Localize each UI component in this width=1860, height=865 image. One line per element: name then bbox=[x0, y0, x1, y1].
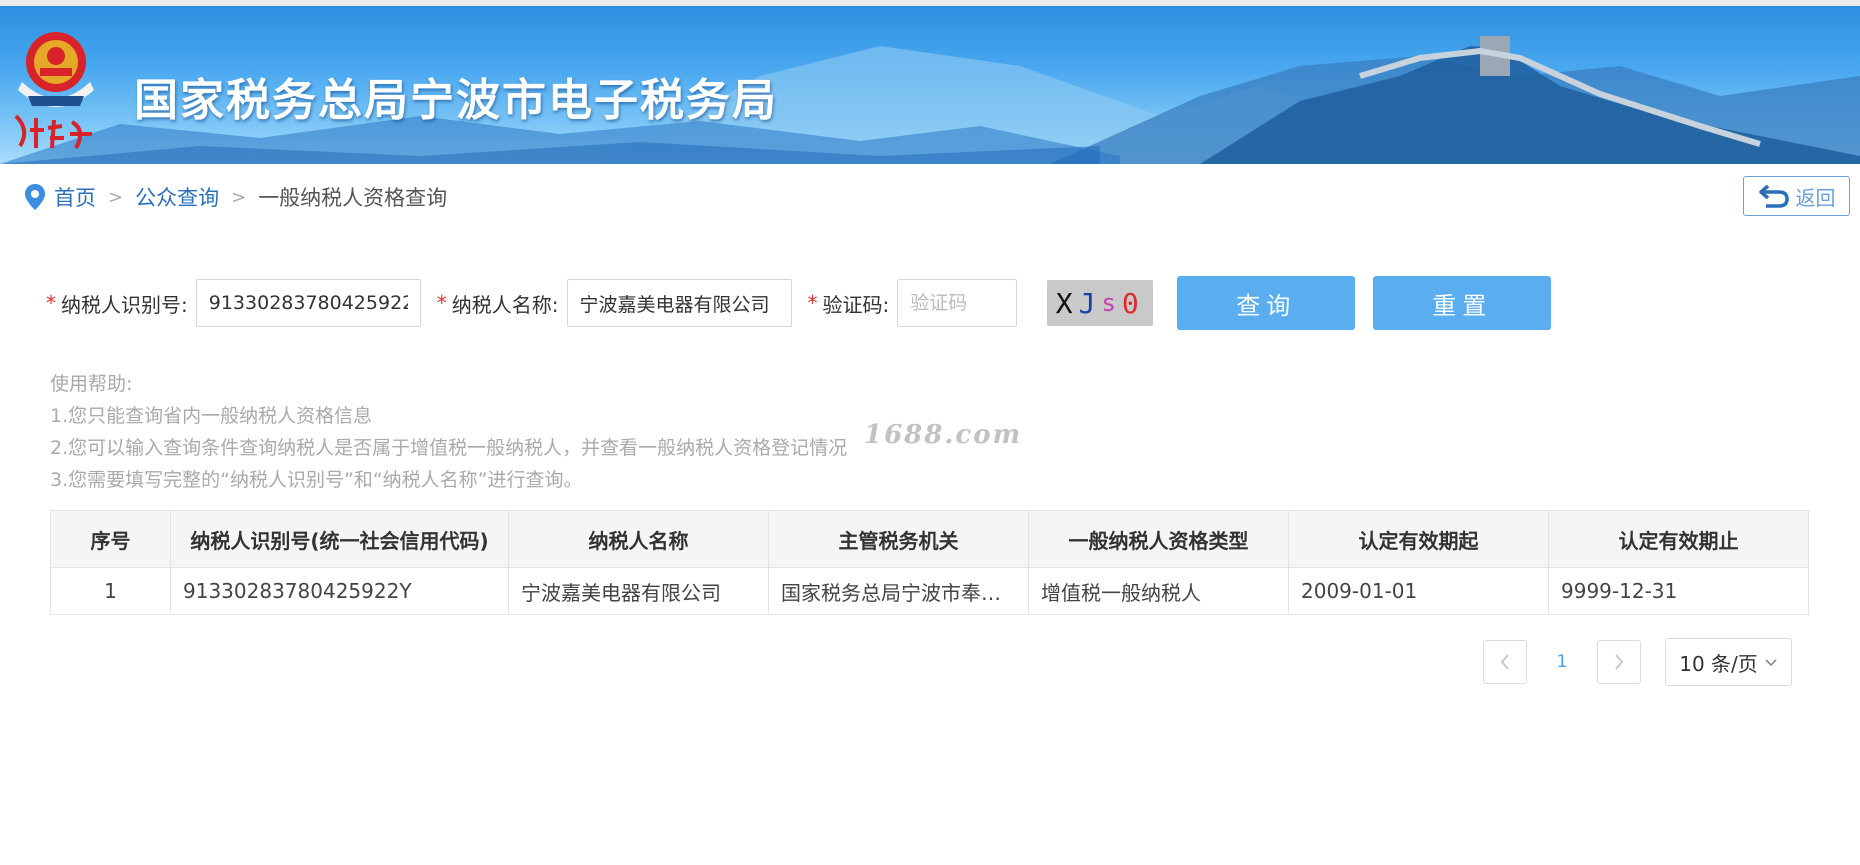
table-cell: 国家税务总局宁波市奉… bbox=[768, 567, 1029, 615]
query-button[interactable]: 查询 bbox=[1177, 276, 1356, 330]
chevron-down-icon bbox=[1765, 659, 1777, 667]
column-header: 认定有效期起 bbox=[1288, 510, 1549, 568]
site-title: 国家税务总局宁波市电子税务局 bbox=[134, 75, 778, 126]
help-title: 使用帮助: bbox=[50, 373, 133, 395]
back-button[interactable]: 返回 bbox=[1743, 176, 1850, 216]
captcha-image[interactable]: XJs0 bbox=[1047, 280, 1154, 326]
page-number[interactable]: 1 bbox=[1527, 652, 1597, 672]
breadcrumb-separator: > bbox=[231, 186, 247, 208]
help-line: 1.您只能查询省内一般纳税人资格信息 bbox=[50, 405, 373, 427]
column-header: 认定有效期止 bbox=[1548, 510, 1809, 568]
captcha-char: 0 bbox=[1121, 286, 1145, 320]
return-arrow-icon bbox=[1758, 184, 1789, 208]
back-button-label: 返回 bbox=[1795, 185, 1836, 210]
header-banner: 国家税务总局宁波市电子税务局 bbox=[0, 6, 1860, 164]
table-cell: 增值税一般纳税人 bbox=[1028, 567, 1289, 615]
table-cell: 宁波嘉美电器有限公司 bbox=[508, 567, 769, 615]
column-header: 主管税务机关 bbox=[768, 510, 1029, 568]
page-size-value: 10 条/页 bbox=[1679, 651, 1758, 676]
captcha-input[interactable] bbox=[897, 279, 1018, 327]
chevron-right-icon bbox=[1615, 654, 1624, 670]
column-header: 纳税人识别号(统一社会信用代码) bbox=[170, 510, 509, 568]
required-mark: * bbox=[436, 291, 447, 315]
breadcrumb-home[interactable]: 首页 bbox=[54, 182, 96, 212]
column-header: 一般纳税人资格类型 bbox=[1028, 510, 1289, 568]
taxpayer-id-label: 纳税人识别号: bbox=[61, 292, 188, 317]
required-mark: * bbox=[807, 291, 818, 315]
next-page-button[interactable] bbox=[1597, 640, 1641, 684]
required-mark: * bbox=[46, 291, 56, 315]
query-form: * 纳税人识别号: * 纳税人名称: * 验证码: XJs0 查询 重置 bbox=[46, 276, 1552, 330]
taxpayer-id-input[interactable] bbox=[195, 279, 421, 327]
help-line: 2.您可以输入查询条件查询纳税人是否属于增值税一般纳税人，并查看一般纳税人资格登… bbox=[50, 437, 848, 459]
column-header: 序号 bbox=[50, 510, 171, 568]
location-pin-icon bbox=[25, 184, 45, 210]
captcha-char: s bbox=[1101, 289, 1122, 317]
pagination: 1 10 条/页 bbox=[1483, 638, 1792, 686]
prev-page-button[interactable] bbox=[1483, 640, 1527, 684]
table-header-row: 序号 纳税人识别号(统一社会信用代码) 纳税人名称 主管税务机关 一般纳税人资格… bbox=[50, 510, 1809, 568]
breadcrumb-current: 一般纳税人资格查询 bbox=[258, 186, 448, 210]
table-row: 1 91330283780425922Y 宁波嘉美电器有限公司 国家税务总局宁波… bbox=[50, 567, 1809, 615]
help-section: 使用帮助: 1.您只能查询省内一般纳税人资格信息 2.您可以输入查询条件查询纳税… bbox=[50, 368, 847, 496]
chevron-left-icon bbox=[1500, 654, 1509, 670]
help-line: 3.您需要填写完整的“纳税人识别号”和“纳税人名称”进行查询。 bbox=[50, 469, 583, 491]
page-size-select[interactable]: 10 条/页 bbox=[1665, 638, 1792, 686]
column-header: 纳税人名称 bbox=[508, 510, 769, 568]
tax-emblem-icon bbox=[14, 32, 94, 149]
table-cell: 91330283780425922Y bbox=[170, 567, 509, 615]
results-table: 序号 纳税人识别号(统一社会信用代码) 纳税人名称 主管税务机关 一般纳税人资格… bbox=[50, 510, 1809, 615]
taxpayer-name-label: 纳税人名称: bbox=[451, 292, 559, 317]
breadcrumb-separator: > bbox=[108, 186, 124, 208]
breadcrumb: 首页 > 公众查询 > 一般纳税人资格查询 bbox=[24, 182, 447, 212]
captcha-char: X bbox=[1055, 286, 1079, 320]
captcha-label: 验证码: bbox=[822, 292, 890, 317]
watermark: 1688.com bbox=[864, 420, 1023, 450]
table-cell: 1 bbox=[50, 567, 171, 615]
breadcrumb-public-query[interactable]: 公众查询 bbox=[135, 182, 219, 212]
taxpayer-name-input[interactable] bbox=[566, 279, 792, 327]
captcha-char: J bbox=[1078, 286, 1102, 320]
reset-button[interactable]: 重置 bbox=[1373, 276, 1552, 330]
table-cell: 2009-01-01 bbox=[1288, 567, 1549, 615]
table-cell: 9999-12-31 bbox=[1548, 567, 1809, 615]
